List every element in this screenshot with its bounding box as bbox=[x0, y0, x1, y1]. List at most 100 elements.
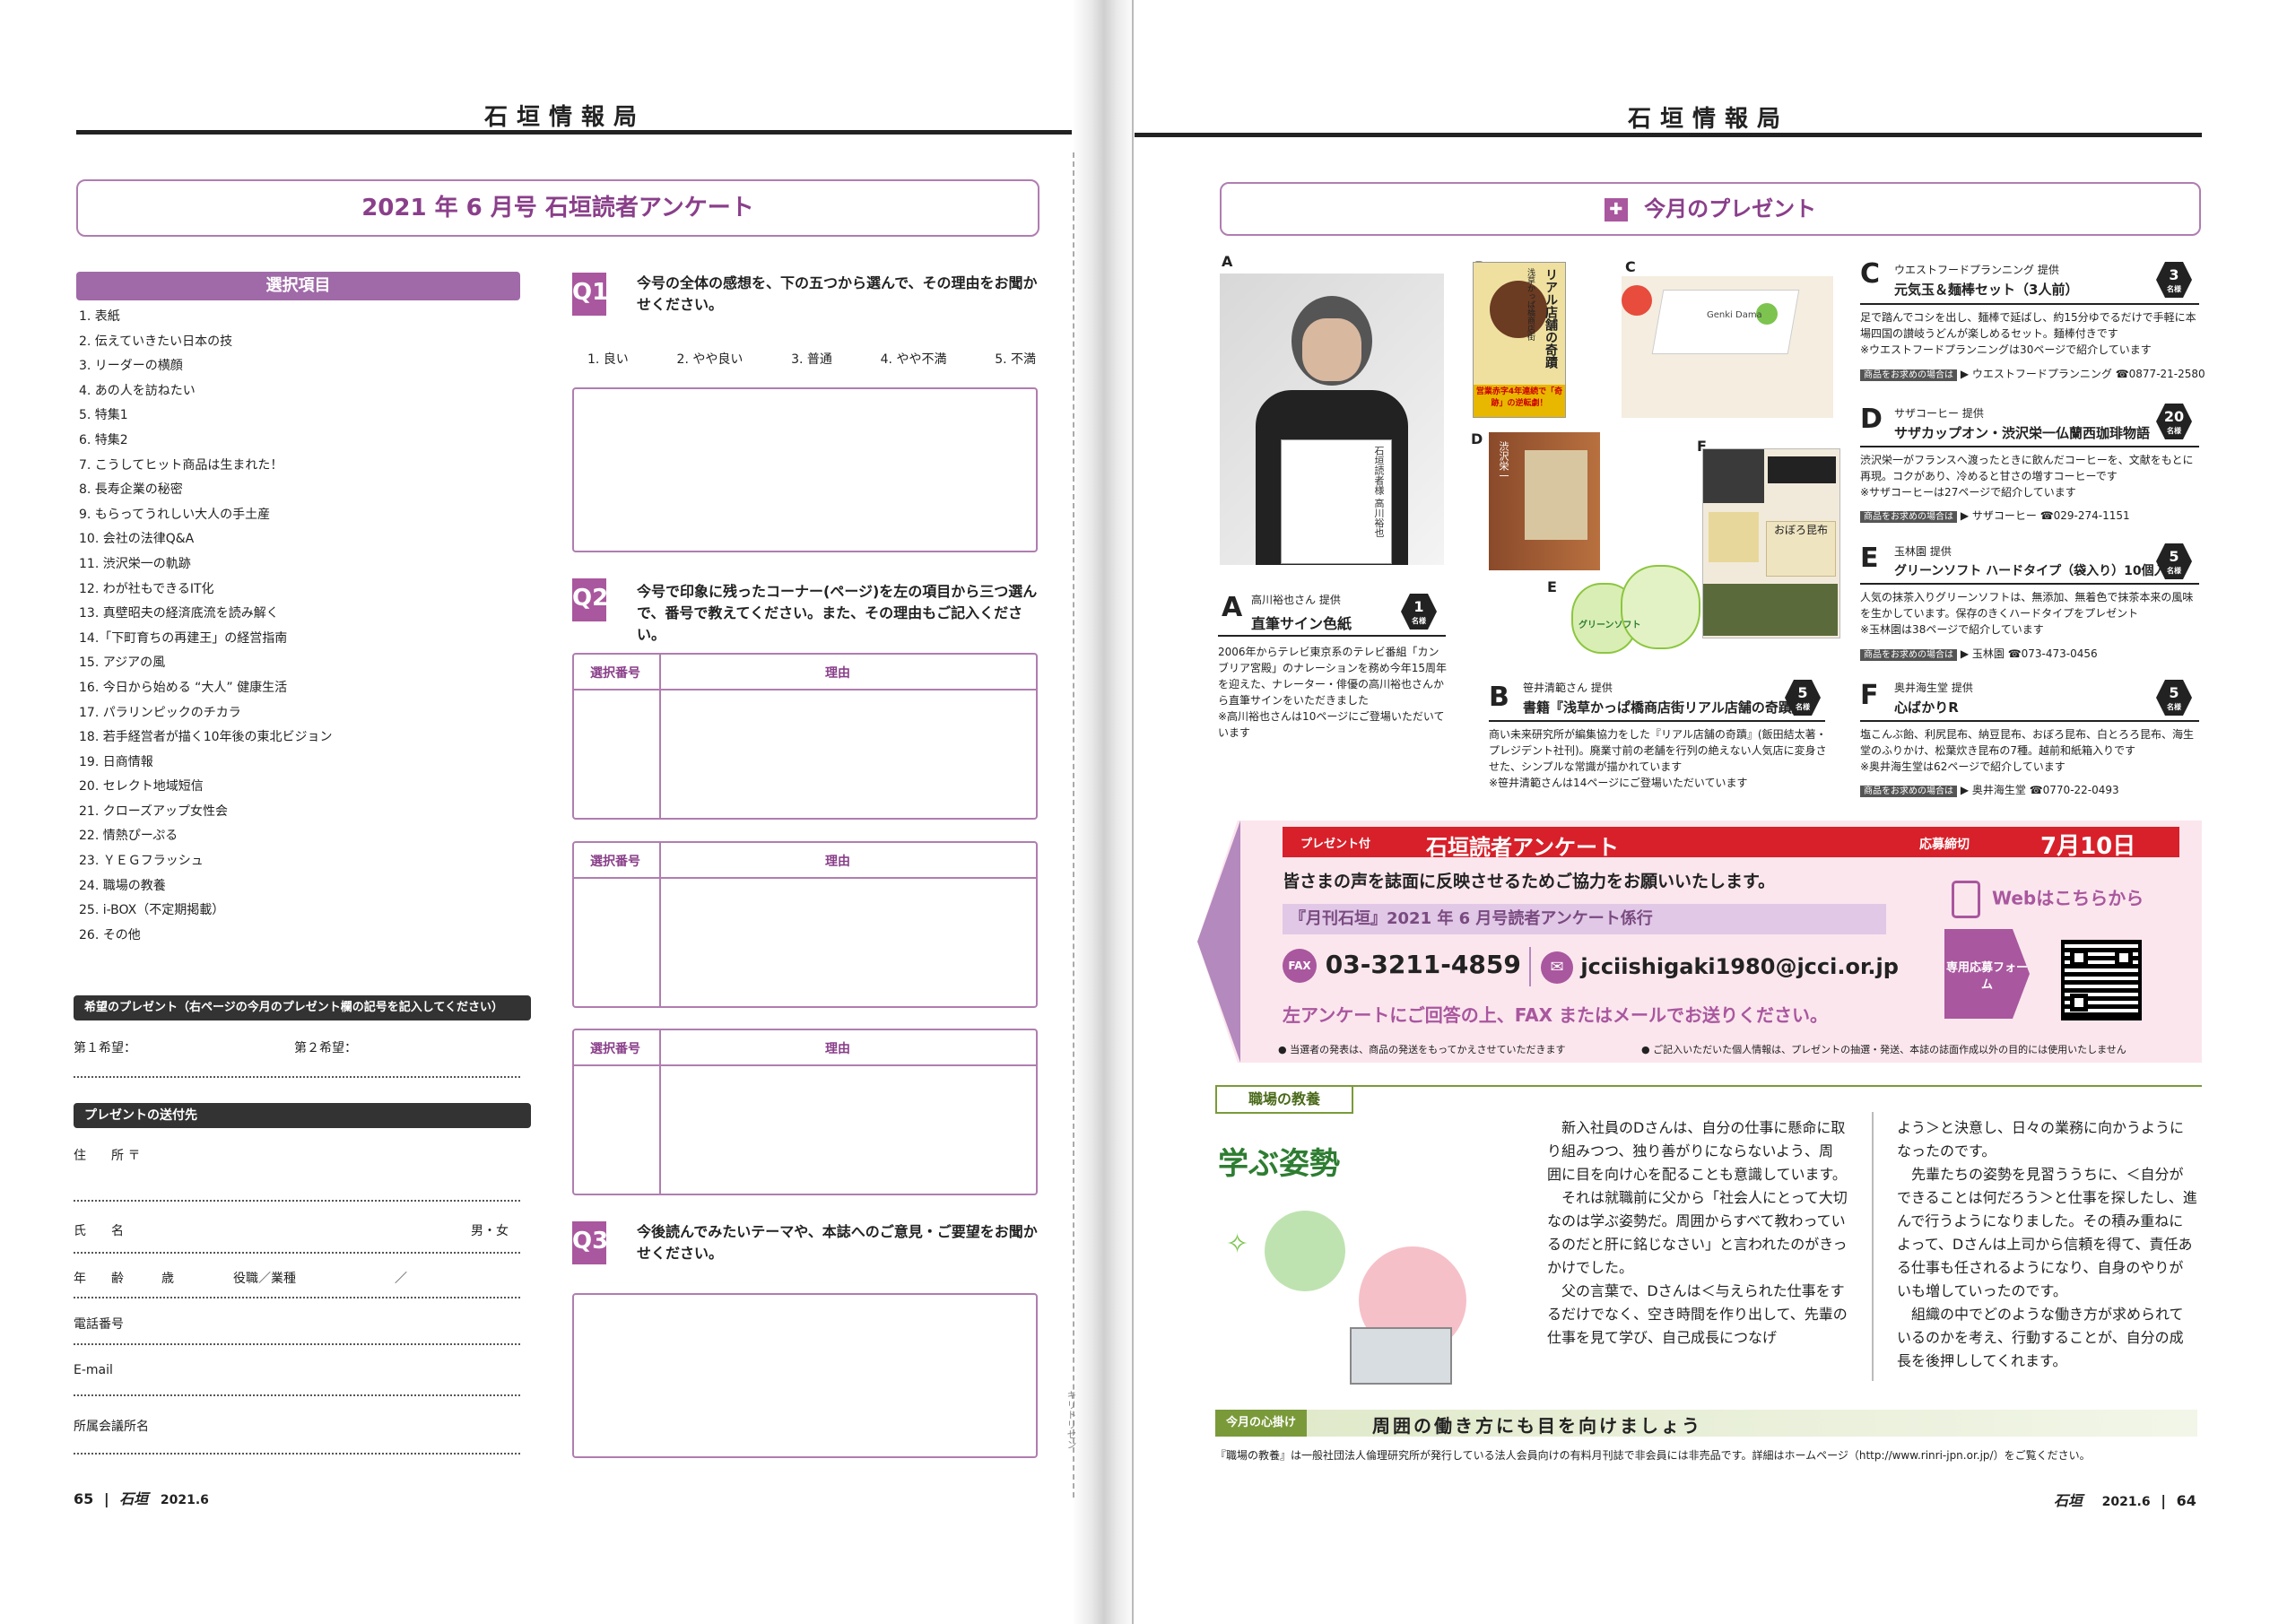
selection-item: 11. 渋沢栄一の軌跡 bbox=[79, 556, 191, 571]
q3-answer-box[interactable] bbox=[572, 1293, 1038, 1458]
q2-answer-box-3[interactable]: 選択番号 理由 bbox=[572, 1029, 1038, 1195]
name-field-line[interactable] bbox=[74, 1252, 520, 1254]
phone-field-line[interactable] bbox=[74, 1343, 520, 1345]
gift-icon: ✚ bbox=[1604, 198, 1628, 221]
photo-b-title: リアル店舗の奇蹟 bbox=[1544, 268, 1558, 369]
photo-f-label: おぼろ昆布 bbox=[1766, 521, 1836, 577]
survey-deadline: 7月10日 bbox=[2040, 833, 2136, 860]
email-label: E-mail bbox=[74, 1363, 113, 1377]
age-field-line[interactable] bbox=[74, 1297, 520, 1298]
selection-item: 6. 特集2 bbox=[79, 432, 128, 447]
chamber-field-line[interactable] bbox=[74, 1453, 520, 1455]
tip-tag: 今月の心掛け bbox=[1215, 1410, 1308, 1437]
column-rule bbox=[1215, 1085, 2202, 1087]
selection-item: 19. 日商情報 bbox=[79, 754, 153, 769]
photo-c-brand: Genki Dama bbox=[1707, 310, 1762, 320]
survey-web-link[interactable]: Webはこちらから bbox=[1952, 881, 2144, 918]
photo-b-book: リアル店舗の奇蹟 浅草かっぱ橋商店街 営業赤字4年連続で「奇跡」の逆転劇！ bbox=[1473, 262, 1566, 418]
q2-col-number: 選択番号 bbox=[590, 1042, 640, 1056]
position-slash: ／ bbox=[395, 1272, 407, 1286]
column-text-2: よう＞と決意し、日々の業務に向かうようになったのです。 先輩たちの姿勢を見習うう… bbox=[1897, 1119, 2197, 1369]
selection-item: 17. パラリンピックのチカラ bbox=[79, 705, 241, 720]
q2-answer-box-1[interactable]: 選択番号 理由 bbox=[572, 653, 1038, 820]
present-d-provider: サザコーヒー 提供 bbox=[1894, 407, 1984, 420]
survey-note-1: ● 当選者の発表は、商品の発送をもってかえさせていただきます bbox=[1278, 1044, 1566, 1055]
wish-field-line[interactable] bbox=[74, 1076, 520, 1078]
present-e-desc: 人気の抹茶入りグリーンソフトは、無添加、無着色で抹茶本来の風味を生かしています。… bbox=[1860, 591, 2194, 636]
gender-label: 男・女 bbox=[471, 1224, 509, 1238]
q3-text: 今後読んでみたいテーマや、本誌へのご意見・ご要望をお聞かせください。 bbox=[637, 1223, 1038, 1262]
photo-e-letter: E bbox=[1547, 578, 1557, 595]
present-f-provider: 奥井海生堂 提供 bbox=[1894, 682, 1973, 694]
survey-fax: FAX 03-3211-4859 bbox=[1283, 949, 1521, 983]
address-field-line[interactable] bbox=[74, 1200, 520, 1202]
tip-text: 周囲の働き方にも目を向けましょう bbox=[1372, 1415, 1702, 1437]
selection-item: 13. 真壁昭夫の経済底流を読み解く bbox=[79, 606, 279, 621]
survey-deadline-label: 応募締切 bbox=[1919, 838, 1970, 852]
photo-d: 渋沢栄一 bbox=[1489, 432, 1600, 570]
selection-item: 5. 特集1 bbox=[79, 408, 128, 423]
q1-option[interactable]: 4. やや不満 bbox=[881, 350, 947, 368]
selection-item: 20. セレクト地域短信 bbox=[79, 779, 204, 795]
q1-answer-box[interactable] bbox=[572, 387, 1038, 552]
column-text-1: 新入社員のDさんは、自分の仕事に懸命に取り組みつつ、独り善がりにならないよう、周… bbox=[1547, 1119, 1848, 1346]
mail-icon: ✉ bbox=[1541, 951, 1573, 984]
q1-option[interactable]: 2. やや良い bbox=[677, 350, 744, 368]
q3-mark: Q3 bbox=[572, 1221, 608, 1264]
photo-e-label: グリーンソフト bbox=[1578, 621, 1641, 630]
photo-f: おぼろ昆布 bbox=[1702, 448, 1840, 638]
address-label: 住 所 〒 bbox=[74, 1149, 141, 1163]
q2-answer-box-2[interactable]: 選択番号 理由 bbox=[572, 841, 1038, 1008]
cut-label: キリトリセン bbox=[1065, 1390, 1077, 1449]
survey-title: 2021 年 6 月号 石垣読者アンケート bbox=[76, 179, 1039, 237]
photo-a: 石垣読者様 高川裕也 bbox=[1220, 274, 1444, 565]
present-b-title: 書籍『浅草かっぱ橋商店街リアル店舗の奇蹟』 bbox=[1523, 699, 1805, 716]
survey-web-label: Webはこちらから bbox=[1991, 887, 2144, 909]
present-b-desc: 商い未来研究所が編集協力をした『リアル店舗の奇蹟』(飯田結太著・プレジデント社刊… bbox=[1489, 728, 1827, 789]
present-a-title: 直筆サイン色紙 bbox=[1251, 615, 1352, 632]
present-a-badge: 1 名様 bbox=[1401, 594, 1437, 630]
selection-item: 26. その他 bbox=[79, 927, 141, 942]
survey-note-2: ● ご記入いただいた個人情報は、プレゼントの抽選・発送、本誌の誌面作成以外の目的… bbox=[1641, 1044, 2126, 1055]
selection-item: 14.「下町育ちの再建王」の経営指南 bbox=[79, 630, 288, 646]
photo-b-subtitle: 浅草かっぱ橋商店街 bbox=[1526, 268, 1535, 341]
selection-item: 3. リーダーの横顔 bbox=[79, 359, 183, 374]
present-a-desc: 2006年からテレビ東京系のテレビ番組「カンブリア宮殿」のナレーションを務め今年… bbox=[1218, 646, 1448, 739]
sparkle-icon: ✧ bbox=[1226, 1229, 1249, 1260]
q2-col-number: 選択番号 bbox=[590, 855, 640, 869]
present-d-badge: 20 名様 bbox=[2156, 404, 2192, 439]
selection-item: 12. わが社もできるIT化 bbox=[79, 581, 214, 596]
q2-col-number: 選択番号 bbox=[590, 666, 640, 681]
present-b-provider: 笹井清範さん 提供 bbox=[1523, 682, 1613, 694]
survey-lead: 皆さまの声を誌面に反映させるためご協力をお願いいたします。 bbox=[1283, 872, 1776, 891]
present-e-title: グリーンソフト ハードタイプ（袋入り）10個入り bbox=[1894, 564, 2179, 578]
q1-option[interactable]: 3. 普通 bbox=[791, 350, 832, 368]
photo-d-letter: D bbox=[1471, 430, 1483, 447]
right-header-title: 石垣情報局 bbox=[1627, 106, 1789, 133]
book-spine bbox=[1073, 0, 1135, 1624]
name-label: 氏 名 bbox=[74, 1224, 124, 1238]
left-footer-issue: 2021.6 bbox=[160, 1493, 209, 1507]
photo-e: グリーンソフト bbox=[1571, 565, 1706, 654]
q2-text: 今号で印象に残ったコーナー(ページ)を左の項目から三つ選んで、番号で教えてくださ… bbox=[637, 583, 1038, 643]
survey-present-tag: プレゼント付 bbox=[1300, 838, 1371, 851]
selection-header: 選択項目 bbox=[76, 272, 520, 300]
present-f-title: 心ばかりR bbox=[1894, 699, 1959, 716]
survey-email[interactable]: ✉ jcciishigaki1980@jcci.or.jp bbox=[1541, 951, 1899, 984]
age-label: 年 齢 歳 bbox=[74, 1272, 174, 1286]
photo-a-shikishi: 石垣読者様 高川裕也 bbox=[1281, 439, 1392, 564]
present-a-letter: A bbox=[1222, 592, 1243, 623]
q1-option[interactable]: 1. 良い bbox=[587, 350, 629, 368]
qr-code-icon[interactable] bbox=[2061, 940, 2142, 1020]
selection-item: 21. クローズアップ女性会 bbox=[79, 803, 229, 819]
email-field-line[interactable] bbox=[74, 1394, 520, 1396]
wish2-label: 第２希望： bbox=[294, 1041, 357, 1055]
q2-col-reason: 理由 bbox=[825, 855, 850, 869]
selection-item: 10. 会社の法律Q&A bbox=[79, 532, 195, 547]
column-title: 学ぶ姿勢 bbox=[1218, 1146, 1340, 1182]
selection-item: 1. 表紙 bbox=[79, 309, 120, 324]
q1-option[interactable]: 5. 不満 bbox=[995, 350, 1036, 368]
present-b-letter: B bbox=[1489, 682, 1509, 713]
photo-c: Genki Dama bbox=[1622, 276, 1833, 418]
survey-form-button[interactable]: 専用応募フォーム bbox=[1944, 929, 2030, 1019]
